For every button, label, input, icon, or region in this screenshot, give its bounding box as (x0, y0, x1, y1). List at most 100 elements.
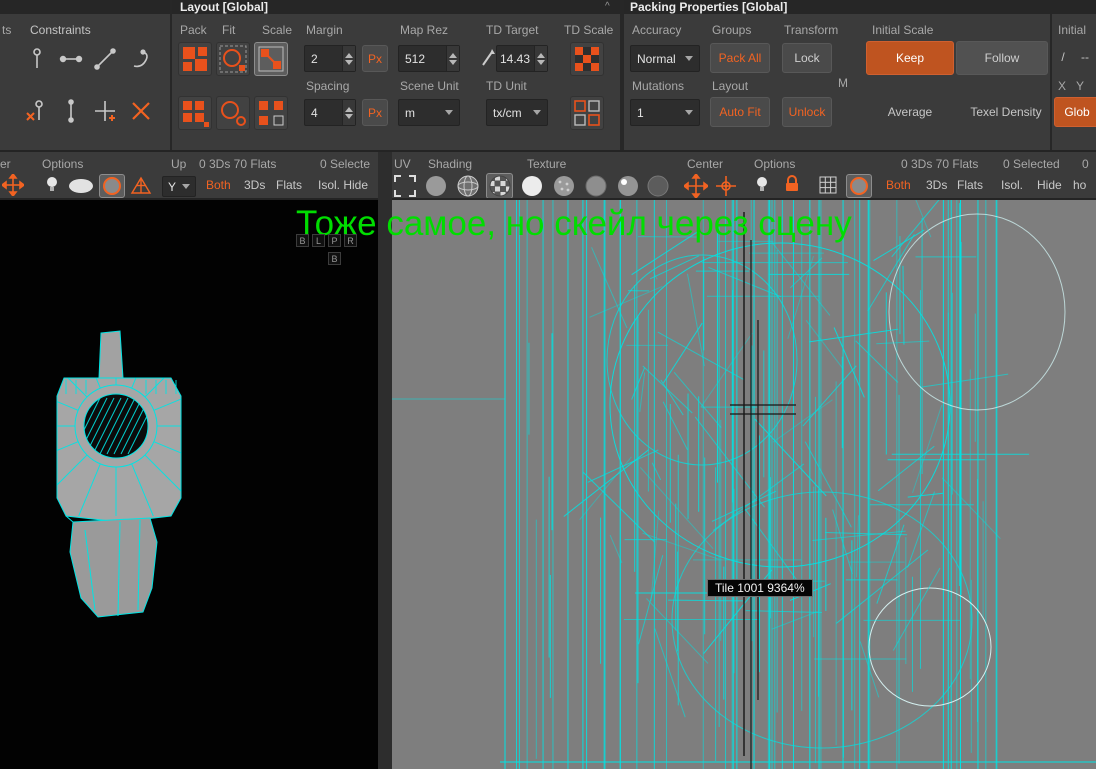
uv-sphere-toggle-icon[interactable] (846, 174, 872, 198)
map-rez-input[interactable]: 512 (398, 45, 460, 72)
texel-density-button[interactable]: Texel Density (956, 97, 1056, 127)
pack-selected-icon[interactable] (178, 96, 212, 130)
shading-white-icon[interactable] (520, 174, 544, 198)
spacing-unit-button[interactable]: Px (362, 99, 388, 126)
fit-label: Fit (222, 23, 236, 37)
td-target-pick-icon[interactable] (480, 47, 496, 69)
uv-isolate-toggle[interactable]: Isol. (1001, 178, 1023, 192)
both-toggle[interactable]: Both (206, 178, 231, 192)
panel-title-strip: Layout [Global] ^ Packing Properties [Gl… (0, 0, 1096, 14)
accuracy-select[interactable]: Normal (630, 45, 700, 72)
center-islands-icon[interactable] (684, 174, 708, 198)
texture-label: Texture (527, 157, 567, 171)
grid-icon[interactable] (818, 175, 838, 195)
td-target-input[interactable]: 14.43 (496, 45, 548, 72)
fit-selected-icon[interactable] (216, 96, 250, 130)
layout-panel: Pack Fit Scale Margin Map Rez TD Target … (172, 14, 620, 150)
shading-gray-icon[interactable] (584, 174, 608, 198)
margin-spinner[interactable] (342, 46, 355, 71)
mutations-select[interactable]: 1 (630, 99, 700, 126)
uv-label: UV (394, 157, 411, 171)
uv-hide-toggle[interactable]: Hide (1037, 178, 1062, 192)
3ds-toggle[interactable]: 3Ds (244, 178, 265, 192)
map-rez-spinner[interactable] (446, 46, 459, 71)
pin-constraint-icon[interactable] (24, 46, 50, 72)
viewport-3d[interactable] (0, 200, 378, 769)
tile-layout-icon[interactable] (570, 96, 604, 130)
lock-icon[interactable] (782, 174, 802, 194)
flip-y-label: Y (1076, 79, 1085, 93)
annotation-text: Тоже самое, но скейл через сцену (296, 204, 852, 243)
accuracy-value: Normal (637, 51, 676, 66)
follow-scale-button[interactable]: Follow (956, 41, 1048, 75)
uv-flats-toggle[interactable]: Flats (957, 178, 983, 192)
shading-dots-icon[interactable] (552, 174, 576, 198)
edge-link-constraint-icon[interactable] (58, 46, 84, 72)
orientation-slash-button[interactable]: / (1054, 45, 1072, 69)
hotkey-p: P (328, 234, 341, 247)
pack-islands-icon[interactable] (178, 42, 212, 76)
margin-unit-button[interactable]: Px (362, 45, 388, 72)
constraints-panel-label: Constraints (30, 23, 91, 37)
isolate-hide-toggle[interactable]: Isol. Hide (318, 178, 368, 192)
flat-shade-ellipse-icon[interactable] (66, 176, 96, 196)
td-scale-checker-icon[interactable] (570, 42, 604, 76)
margin-value: 2 (311, 51, 318, 66)
wire-pyramid-icon[interactable] (130, 175, 152, 197)
uv-toggle-fragment[interactable]: ho (1073, 178, 1086, 192)
lock-button[interactable]: Lock (782, 43, 832, 73)
spacing-input[interactable]: 4 (304, 99, 356, 126)
unlock-button[interactable]: Unlock (782, 97, 832, 127)
uv-3ds-toggle[interactable]: 3Ds (926, 178, 947, 192)
center-pivot-icon[interactable] (714, 174, 738, 198)
flats-toggle[interactable]: Flats (276, 178, 302, 192)
average-button[interactable]: Average (866, 97, 954, 127)
initial-label-fragment: Initial (1058, 23, 1087, 37)
snap-constraint-icon[interactable] (92, 98, 118, 124)
frame-view-icon[interactable] (393, 174, 417, 198)
curve-hook-constraint-icon[interactable] (128, 46, 154, 72)
keep-scale-button[interactable]: Keep (866, 41, 954, 75)
sphere-shade-toggle-icon[interactable] (99, 174, 125, 198)
shading-specular-icon[interactable] (616, 174, 640, 198)
viewport-splitter[interactable] (378, 152, 392, 769)
uv-options-label: Options (754, 157, 796, 171)
layout-label: Layout (712, 79, 749, 93)
map-rez-value: 512 (405, 51, 426, 66)
move-gizmo-icon[interactable] (2, 174, 24, 196)
unpin-constraint-icon[interactable] (24, 98, 50, 124)
auto-fit-button[interactable]: Auto Fit (710, 97, 770, 127)
fit-islands-icon[interactable] (216, 42, 250, 76)
spacing-spinner[interactable] (342, 100, 355, 125)
shading-wireframe-icon[interactable] (456, 174, 480, 198)
td-target-spinner[interactable] (534, 46, 547, 71)
remove-constraint-icon[interactable] (128, 98, 154, 124)
td-target-label: TD Target (486, 23, 539, 37)
vertical-pin-icon[interactable] (58, 98, 84, 124)
options-label: Options (42, 157, 84, 171)
shading-dark-icon[interactable] (646, 174, 670, 198)
scene-unit-select[interactable]: m (398, 99, 460, 126)
scale-label: Scale (262, 23, 293, 37)
scale-selected-icon[interactable] (254, 96, 288, 130)
margin-input[interactable]: 2 (304, 45, 356, 72)
straighten-edge-icon[interactable] (92, 46, 118, 72)
collapse-arrow-icon[interactable]: ^ (605, 0, 610, 14)
pack-all-button[interactable]: Pack All (710, 43, 770, 73)
global-scope-button[interactable]: Glob (1054, 97, 1096, 127)
viewport-uv[interactable]: Tile 1001 9364% (392, 200, 1096, 769)
td-unit-select[interactable]: tx/cm (486, 99, 548, 126)
up-axis-select[interactable]: Y (162, 176, 196, 197)
scale-islands-icon[interactable] (254, 42, 288, 76)
constraints-panel: ts Constraints (0, 14, 170, 150)
orientation-dash-button[interactable]: -- (1074, 45, 1096, 69)
pack-label: Pack (180, 23, 207, 37)
initial-scale-label: Initial Scale (872, 23, 934, 37)
gun-wireframe-model (56, 330, 182, 618)
uv-light-bulb-icon[interactable] (753, 175, 771, 193)
uv-selected-label: 0 Selected (1003, 157, 1060, 171)
light-bulb-icon[interactable] (43, 175, 61, 193)
uv-both-toggle[interactable]: Both (886, 178, 911, 192)
shading-checker-icon[interactable] (486, 173, 513, 199)
shading-flat-icon[interactable] (424, 174, 448, 198)
